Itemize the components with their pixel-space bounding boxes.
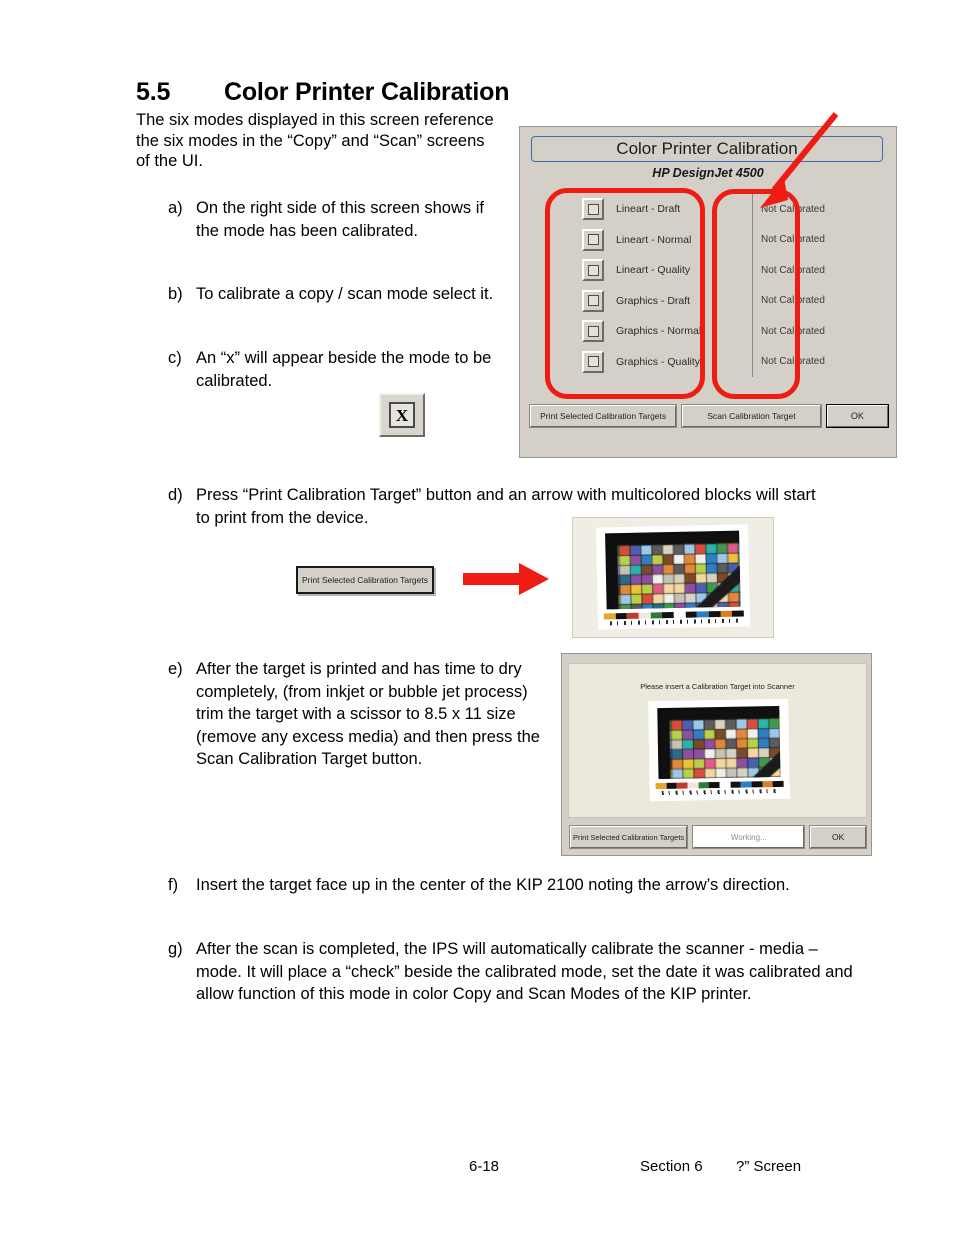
print-selected-calibration-targets-button[interactable]: Print Selected Calibration Targets — [568, 825, 689, 849]
working-status-field: Working... — [692, 825, 806, 849]
printed-calibration-target-photo — [572, 517, 774, 638]
step-a: a) On the right side of this screen show… — [168, 197, 508, 242]
step-text: After the scan is completed, the IPS wil… — [196, 940, 853, 1003]
checkbox-icon[interactable] — [582, 198, 604, 221]
section-label: Section 6 — [640, 1158, 703, 1175]
status-badge: Not Calibrated — [761, 325, 825, 337]
mode-list: Lineart - Draft Lineart - Normal Lineart… — [582, 194, 722, 377]
dialog-panel: Please insert a Calibration Target into … — [568, 663, 867, 818]
print-selected-calibration-targets-button-figure[interactable]: Print Selected Calibration Targets — [296, 566, 434, 594]
step-marker: g) — [168, 940, 183, 958]
checked-checkbox-figure: X — [379, 393, 425, 437]
status-badge: Not Calibrated — [761, 295, 825, 307]
step-text: On the right side of this screen shows i… — [196, 199, 484, 240]
page-number: 6-18 — [469, 1158, 500, 1175]
scan-calibration-target-button[interactable]: Scan Calibration Target — [681, 404, 822, 428]
checkbox-icon[interactable] — [582, 320, 604, 343]
step-b: b) To calibrate a copy / scan mode selec… — [168, 283, 508, 306]
screen-label: ?” Screen — [736, 1158, 802, 1175]
step-f: f) Insert the target face up in the cent… — [168, 874, 848, 897]
step-marker: b) — [168, 285, 183, 303]
document-page: 5.5 Color Printer Calibration The six mod… — [0, 0, 954, 1235]
section-title: Color Printer Calibration — [224, 78, 510, 106]
calibration-target-image — [657, 705, 781, 780]
step-text: After the target is printed and has time… — [196, 660, 540, 768]
mode-label: Graphics - Draft — [616, 294, 691, 307]
step-marker: c) — [168, 349, 182, 367]
mode-label: Graphics - Normal — [616, 325, 702, 338]
status-badge: Not Calibrated — [761, 356, 825, 368]
step-marker: e) — [168, 660, 183, 678]
status-badge: Not Calibrated — [761, 264, 825, 276]
color-patch-grid — [608, 530, 741, 610]
insert-target-prompt: Please insert a Calibration Target into … — [640, 682, 795, 691]
print-selected-calibration-targets-button[interactable]: Print Selected Calibration Targets — [528, 404, 678, 428]
target-code-line — [609, 618, 738, 626]
mode-row[interactable]: Lineart - Normal — [582, 225, 722, 256]
checkbox-icon[interactable] — [582, 350, 604, 373]
annotation-arrow-icon — [760, 112, 839, 208]
red-right-arrow-icon — [463, 563, 549, 595]
section-number: 5.5 — [136, 78, 171, 106]
mode-row[interactable]: Graphics - Normal — [582, 316, 722, 347]
paper-sheet — [648, 698, 790, 802]
ok-button[interactable]: OK — [825, 404, 890, 428]
step-marker: a) — [168, 199, 183, 217]
intro-paragraph: The six modes displayed in this screen r… — [136, 111, 494, 170]
mode-row[interactable]: Lineart - Draft — [582, 194, 722, 225]
step-text: An “x” will appear beside the mode to be… — [196, 349, 492, 390]
mode-label: Lineart - Draft — [616, 203, 681, 216]
color-strip — [655, 780, 784, 790]
mode-label: Lineart - Normal — [616, 233, 692, 246]
mode-row[interactable]: Lineart - Quality — [582, 255, 722, 286]
mode-label: Graphics - Quality — [616, 355, 701, 368]
calibration-target-image — [605, 530, 741, 610]
page-title: 5.5 Color Printer Calibration — [136, 78, 510, 107]
mode-label: Lineart - Quality — [616, 264, 691, 277]
step-c: c) An “x” will appear beside the mode to… — [168, 347, 518, 392]
step-e: e) After the target is printed and has t… — [168, 658, 558, 771]
dialog-button-row: Print Selected Calibration Targets Worki… — [568, 825, 867, 849]
checkbox-x-icon: X — [389, 402, 415, 428]
ok-button[interactable]: OK — [809, 825, 867, 849]
step-g: g) After the scan is completed, the IPS … — [168, 938, 868, 1006]
step-text: Insert the target face up in the center … — [196, 876, 790, 894]
checkbox-icon[interactable] — [582, 259, 604, 282]
color-patch-grid — [660, 705, 781, 780]
step-text: To calibrate a copy / scan mode select i… — [196, 285, 494, 303]
step-marker: f) — [168, 876, 179, 894]
checkbox-icon[interactable] — [582, 289, 604, 312]
mode-row[interactable]: Graphics - Quality — [582, 347, 722, 378]
calibration-target-photo — [635, 696, 805, 808]
paper-sheet — [595, 524, 751, 630]
dialog-button-row: Print Selected Calibration Targets Scan … — [528, 404, 890, 428]
target-code-line — [661, 788, 778, 796]
scan-calibration-target-dialog: Please insert a Calibration Target into … — [561, 653, 872, 856]
checkbox-icon[interactable] — [582, 228, 604, 251]
mode-row[interactable]: Graphics - Draft — [582, 286, 722, 317]
status-badge: Not Calibrated — [761, 234, 825, 246]
step-marker: d) — [168, 486, 183, 504]
